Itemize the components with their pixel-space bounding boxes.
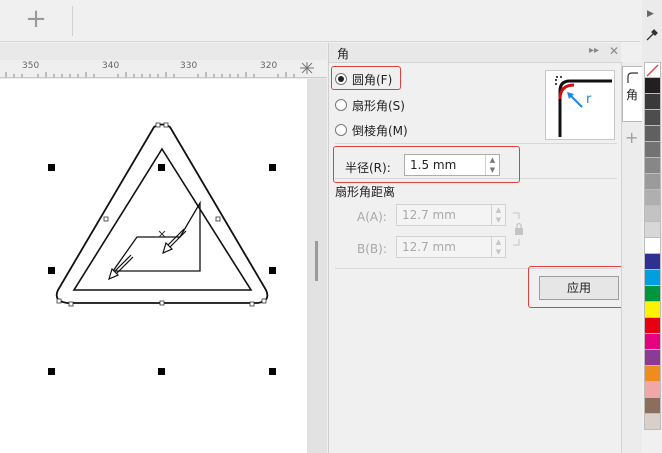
distance-a-stepper[interactable]: ▲ ▼ bbox=[491, 205, 505, 225]
toolbar-separator bbox=[72, 6, 73, 36]
color-swatch[interactable] bbox=[644, 190, 661, 206]
tab-fillet[interactable]: 角 bbox=[622, 66, 642, 122]
color-swatch[interactable] bbox=[644, 270, 661, 286]
warning-sign-drawing[interactable] bbox=[0, 79, 307, 453]
color-swatch[interactable] bbox=[644, 254, 661, 270]
no-color-icon bbox=[646, 64, 659, 77]
distance-b-stepper[interactable]: ▲ ▼ bbox=[491, 237, 505, 257]
color-swatch[interactable] bbox=[644, 238, 661, 254]
radio-fillet-indicator[interactable] bbox=[335, 73, 347, 85]
radio-chamfer-indicator[interactable] bbox=[335, 124, 347, 136]
add-page-button[interactable]: + bbox=[24, 6, 48, 32]
color-swatch[interactable] bbox=[644, 222, 661, 238]
lock-ratio-icon[interactable] bbox=[511, 211, 527, 247]
docker-tab-strip: 角 + bbox=[621, 62, 642, 453]
color-swatch[interactable] bbox=[644, 414, 661, 430]
color-swatch[interactable] bbox=[644, 334, 661, 350]
ruler-ticks bbox=[5, 62, 314, 77]
distance-a-input[interactable]: 12.7 mm ▲ ▼ bbox=[396, 204, 506, 226]
color-swatch[interactable] bbox=[644, 110, 661, 126]
radius-input[interactable]: 1.5 mm ▲ ▼ bbox=[404, 154, 500, 176]
outer-triangle-shape bbox=[55, 123, 269, 304]
divider bbox=[335, 268, 617, 269]
color-swatch[interactable] bbox=[644, 382, 661, 398]
color-swatch[interactable] bbox=[644, 302, 661, 318]
fillet-docker: 角 ▸▸ ✕ 圆角(F) 扇形角(S) 倒棱角(M) r 半径(R): 1.5 … bbox=[328, 43, 621, 453]
distance-a-value: 12.7 mm bbox=[402, 208, 456, 222]
color-swatch[interactable] bbox=[644, 366, 661, 382]
color-swatch[interactable] bbox=[644, 206, 661, 222]
tab-fillet-label: 角 bbox=[626, 88, 639, 102]
color-swatch[interactable] bbox=[644, 142, 661, 158]
fillet-tab-icon bbox=[627, 72, 638, 83]
color-swatch[interactable] bbox=[644, 78, 661, 94]
palette-scroll-arrow-icon[interactable]: ▶ bbox=[647, 9, 654, 19]
add-docker-icon[interactable]: + bbox=[625, 128, 638, 147]
color-swatch[interactable] bbox=[644, 126, 661, 142]
color-swatch[interactable] bbox=[644, 318, 661, 334]
center-marker bbox=[158, 230, 166, 238]
drawing-canvas-area[interactable]: 350 340 330 320 bbox=[0, 43, 327, 453]
radius-label: 半径(R): bbox=[345, 161, 391, 175]
distance-b-value: 12.7 mm bbox=[402, 240, 456, 254]
corner-preview-icon: r bbox=[555, 76, 612, 137]
color-palette[interactable] bbox=[644, 62, 661, 430]
distance-b-label: B(B): bbox=[357, 242, 387, 256]
top-toolbar: + bbox=[0, 0, 640, 42]
no-color-swatch[interactable] bbox=[644, 62, 661, 78]
divider bbox=[335, 143, 617, 144]
radio-chamfer[interactable]: 倒棱角(M) bbox=[335, 120, 408, 140]
divider bbox=[335, 178, 617, 179]
radio-fillet[interactable]: 圆角(F) bbox=[335, 69, 392, 89]
color-swatch[interactable] bbox=[644, 350, 661, 366]
vertical-scroll-handle[interactable] bbox=[315, 241, 318, 281]
collapse-docker-icon[interactable]: ▸▸ bbox=[589, 45, 599, 56]
selection-handles bbox=[48, 164, 276, 375]
color-swatch[interactable] bbox=[644, 286, 661, 302]
color-swatch[interactable] bbox=[644, 174, 661, 190]
docker-title-bar: 角 ▸▸ ✕ bbox=[329, 43, 621, 63]
distance-b-input[interactable]: 12.7 mm ▲ ▼ bbox=[396, 236, 506, 258]
horizontal-ruler[interactable]: 350 340 330 320 bbox=[0, 60, 327, 78]
color-swatch[interactable] bbox=[644, 94, 661, 110]
radius-value: 1.5 mm bbox=[410, 158, 457, 172]
distance-a-label: A(A): bbox=[357, 210, 387, 224]
step-shape bbox=[111, 200, 201, 272]
radio-fillet-label: 圆角(F) bbox=[352, 72, 393, 87]
docker-title: 角 bbox=[337, 47, 350, 61]
corner-preview: r bbox=[545, 70, 615, 140]
scallop-distance-group-title: 扇形角距离 bbox=[335, 185, 396, 199]
radio-scallop-label: 扇形角(S) bbox=[352, 98, 405, 113]
apply-button[interactable]: 应用 bbox=[539, 276, 619, 300]
radio-scallop-indicator[interactable] bbox=[335, 99, 347, 111]
close-icon[interactable]: ✕ bbox=[609, 44, 619, 58]
color-swatch[interactable] bbox=[644, 158, 661, 174]
preview-radius-label: r bbox=[586, 92, 592, 107]
radio-scallop[interactable]: 扇形角(S) bbox=[335, 95, 405, 115]
eyedropper-icon[interactable] bbox=[645, 28, 659, 42]
radius-stepper[interactable]: ▲ ▼ bbox=[485, 155, 499, 175]
color-swatch[interactable] bbox=[644, 398, 661, 414]
radio-chamfer-label: 倒棱角(M) bbox=[352, 123, 408, 138]
palette-controls: ▶ bbox=[642, 0, 662, 62]
